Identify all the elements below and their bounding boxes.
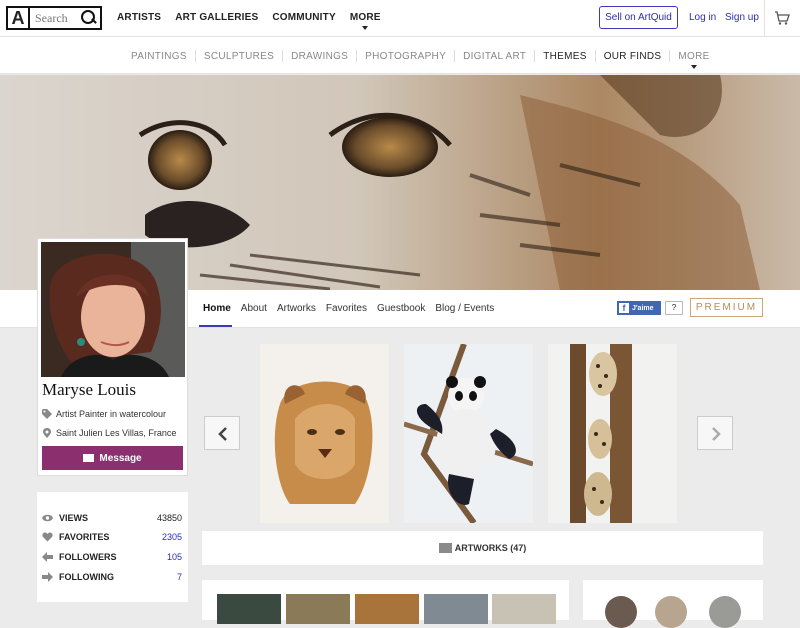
cat-drawings[interactable]: DRAWINGS [291, 51, 348, 62]
stat-label: FOLLOWERS [59, 552, 117, 562]
stat-label: FOLLOWING [59, 572, 114, 582]
stat-value: 105 [166, 552, 182, 562]
artist-avatar[interactable] [41, 242, 185, 377]
follower-avatar[interactable] [605, 596, 637, 628]
artist-stats-card: VIEWS 43850 FAVORITES 2305 FOLLOWERS 105… [37, 492, 188, 602]
artwork-leopards-tree[interactable] [548, 344, 677, 523]
cat-more[interactable]: MORE [678, 50, 710, 69]
tab-blog-events[interactable]: Blog / Events [435, 303, 494, 314]
cat-digital-art[interactable]: DIGITAL ART [463, 51, 526, 62]
tab-about[interactable]: About [241, 303, 267, 314]
tab-guestbook[interactable]: Guestbook [377, 303, 425, 314]
carousel-prev-button[interactable] [204, 416, 240, 450]
stat-following[interactable]: FOLLOWING 7 [42, 570, 182, 584]
stat-label: FAVORITES [59, 532, 110, 542]
heart-icon [42, 532, 53, 542]
cat-themes[interactable]: THEMES [543, 51, 586, 62]
artist-location-line: Saint Julien Les Villas, France [42, 428, 176, 438]
cat-more-label: MORE [678, 50, 710, 62]
search-input[interactable]: Search [30, 11, 78, 26]
tag-icon [42, 409, 52, 419]
cart-icon[interactable] [774, 10, 790, 26]
followers-panel [583, 580, 763, 628]
arrow-left-icon [42, 552, 53, 562]
artquid-logo[interactable]: A [8, 8, 30, 28]
carousel-next-button[interactable] [697, 416, 733, 450]
cat-our-finds[interactable]: OUR FINDS [604, 51, 662, 62]
stat-views[interactable]: VIEWS 43850 [42, 511, 182, 525]
main-nav: ARTISTS ART GALLERIES COMMUNITY MORE [117, 12, 381, 30]
stat-value: 2305 [161, 532, 182, 542]
tab-home[interactable]: Home [203, 303, 231, 314]
signup-link[interactable]: Sign up [725, 12, 759, 23]
logo-search-box[interactable]: A Search [6, 6, 102, 30]
active-tab-indicator [199, 325, 232, 327]
message-button[interactable]: Message [42, 446, 183, 470]
cat-sculptures[interactable]: SCULPTURES [204, 51, 274, 62]
stat-value: 7 [176, 572, 182, 582]
artwork-thumbnail[interactable] [286, 594, 350, 624]
caret-down-icon [362, 26, 369, 30]
nav-community[interactable]: COMMUNITY [272, 12, 335, 23]
tab-artworks[interactable]: Artworks [277, 303, 316, 314]
stat-value: 43850 [156, 513, 182, 523]
cat-photography[interactable]: PHOTOGRAPHY [365, 51, 446, 62]
artworks-count-label: ARTWORKS (47) [454, 543, 527, 553]
artwork-thumbnail[interactable] [217, 594, 281, 624]
location-pin-icon [43, 428, 51, 438]
artist-title: Artist Painter in watercolour [56, 409, 167, 419]
nav-art-galleries[interactable]: ART GALLERIES [175, 12, 258, 23]
sell-on-artquid-button[interactable]: Sell on ArtQuid [599, 6, 678, 29]
tab-favorites[interactable]: Favorites [326, 303, 367, 314]
nav-more[interactable]: MORE [349, 12, 381, 30]
artworks-count-bar[interactable]: ARTWORKS (47) [202, 531, 763, 565]
briefcase-icon [438, 543, 452, 553]
top-bar: A Search ARTISTS ART GALLERIES COMMUNITY… [0, 0, 800, 37]
artist-location: Saint Julien Les Villas, France [56, 428, 177, 438]
chevron-left-icon [218, 427, 227, 441]
divider [764, 0, 765, 37]
chevron-right-icon [712, 427, 721, 441]
artwork-thumbnail[interactable] [492, 594, 556, 624]
login-link[interactable]: Log in [689, 12, 716, 23]
stat-followers[interactable]: FOLLOWERS 105 [42, 550, 182, 564]
category-nav: PAINTINGS SCULPTURES DRAWINGS PHOTOGRAPH… [0, 37, 800, 74]
artist-name: Maryse Louis [42, 380, 136, 399]
nav-more-label: MORE [349, 12, 381, 23]
eye-icon [42, 514, 53, 522]
arrow-right-icon [42, 572, 53, 582]
premium-badge: PREMIUM [690, 298, 763, 317]
facebook-like-button[interactable]: f J'aime [617, 301, 661, 315]
like-label: J'aime [632, 304, 654, 312]
facebook-icon: f [619, 303, 629, 313]
stat-label: VIEWS [59, 513, 89, 523]
cat-paintings[interactable]: PAINTINGS [131, 51, 187, 62]
artist-title-line: Artist Painter in watercolour [42, 409, 166, 419]
artwork-panda[interactable] [404, 344, 533, 523]
artwork-lion-cub[interactable] [260, 344, 389, 523]
follower-avatar[interactable] [709, 596, 741, 628]
like-count: ? [665, 301, 683, 315]
stat-favorites[interactable]: FAVORITES 2305 [42, 530, 182, 544]
artwork-thumbnail[interactable] [424, 594, 488, 624]
envelope-icon [83, 454, 95, 462]
search-icon[interactable] [78, 8, 100, 28]
artworks-thumbnails-panel [202, 580, 569, 624]
nav-artists[interactable]: ARTISTS [117, 12, 161, 23]
caret-down-icon [690, 64, 697, 69]
follower-avatar[interactable] [655, 596, 687, 628]
artist-profile-card: Maryse Louis Artist Painter in watercolo… [37, 238, 188, 476]
message-label: Message [99, 452, 142, 464]
artwork-thumbnail[interactable] [355, 594, 419, 624]
